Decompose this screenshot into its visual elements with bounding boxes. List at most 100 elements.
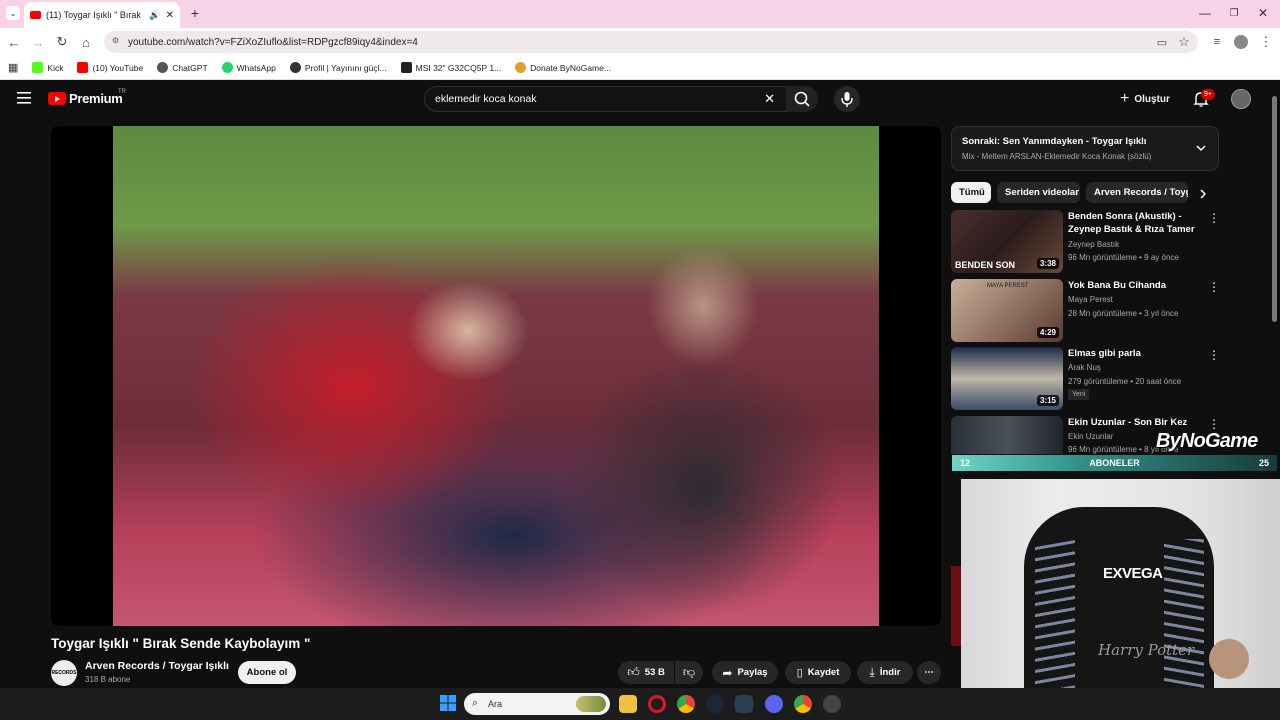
subscribe-button[interactable]: Abone ol	[238, 661, 296, 684]
save-button[interactable]: ▯ Kaydet	[785, 661, 851, 684]
clear-search-icon[interactable]: ✕	[764, 91, 775, 107]
voice-search-button[interactable]	[834, 86, 860, 112]
tab-search-button[interactable]: ⌄	[6, 6, 20, 20]
address-bar[interactable]: ⚙ youtube.com/watch?v=FZiXoZIuflo&list=R…	[104, 31, 1198, 53]
up-next-playlist: Mix - Meltem ARSLAN-Eklemedir Koca Konak…	[962, 152, 1152, 161]
obs-icon[interactable]	[823, 695, 841, 713]
restore-button[interactable]: ❐	[1224, 4, 1244, 22]
steam-icon[interactable]	[706, 695, 724, 713]
chrome-icon[interactable]	[677, 695, 695, 713]
chrome-profile-icon[interactable]	[794, 695, 812, 713]
related-title[interactable]: Elmas gibi parla	[1068, 347, 1198, 360]
video-duration: 4:29	[1036, 327, 1059, 338]
cast-icon[interactable]: ▭	[1154, 34, 1170, 50]
chip-channel[interactable]: Arven Records / Toyg	[1086, 182, 1188, 203]
video-duration: 3:38	[1036, 258, 1059, 269]
chip-series[interactable]: Seriden videolar	[997, 182, 1080, 203]
subscriber-goal-bar: 12 ABONELER 25	[952, 455, 1277, 471]
back-icon[interactable]: ←	[6, 34, 22, 50]
home-icon[interactable]: ⌂	[78, 34, 94, 50]
up-next-panel[interactable]	[951, 126, 1219, 171]
search-input[interactable]: eklemedir koca konak ✕	[424, 86, 788, 112]
more-vert-icon[interactable]: ⋮	[1208, 348, 1220, 362]
bookmark-star-icon[interactable]: ☆	[1176, 34, 1192, 50]
more-vert-icon[interactable]: ⋮	[1208, 417, 1220, 431]
share-arrow-icon: ➦	[722, 665, 733, 680]
chevron-right-icon[interactable]	[1197, 188, 1209, 200]
taskbar-search-input[interactable]: ⌕ Ara	[464, 693, 610, 715]
minimize-button[interactable]: —	[1195, 4, 1215, 22]
more-vert-icon[interactable]: ⋮	[1208, 280, 1220, 294]
youtube-logo-icon[interactable]	[48, 92, 66, 105]
related-channel[interactable]: Arak Nuş	[1068, 363, 1101, 372]
windows-start-icon[interactable]	[440, 695, 456, 711]
close-tab-icon[interactable]: ✕	[166, 10, 174, 21]
thumbnail-text: MAYA PEREST	[987, 283, 1029, 289]
bookmark-msi[interactable]: MSI 32" G32CQ5P 1...	[400, 62, 501, 73]
related-thumbnail[interactable]: 3:15	[951, 347, 1063, 410]
chrome-menu-icon[interactable]: ⋮	[1258, 34, 1274, 50]
bookmark-donate[interactable]: Donate ByNoGame...	[515, 62, 611, 73]
media-controls-icon[interactable]: ≡	[1209, 34, 1225, 50]
search-button[interactable]	[786, 86, 818, 112]
opera-icon[interactable]	[648, 695, 666, 713]
related-thumbnail[interactable]: BENDEN SON 3:38	[951, 210, 1063, 273]
subscriber-goal-label: ABONELER	[1089, 458, 1140, 468]
tab-title: (11) Toygar Işıklı " Bırak Sen	[46, 10, 144, 20]
download-icon: ⤓	[869, 665, 875, 679]
kick-icon	[32, 62, 44, 73]
related-channel[interactable]: Zeynep Bastık	[1068, 240, 1119, 249]
file-explorer-icon[interactable]	[619, 695, 637, 713]
subscriber-goal-current: 12	[960, 458, 971, 468]
account-avatar[interactable]	[1231, 89, 1251, 109]
related-thumbnail[interactable]: MAYA PEREST 4:29	[951, 279, 1063, 342]
video-player[interactable]	[51, 126, 941, 626]
plus-icon: +	[1120, 90, 1130, 107]
speaker-icon[interactable]: 🔊	[149, 10, 160, 21]
teddy-bear	[1209, 639, 1249, 679]
dislike-button[interactable]: 👎︎	[675, 661, 703, 684]
discord-icon[interactable]	[765, 695, 783, 713]
app-icon[interactable]	[735, 695, 753, 713]
bookmark-youtube[interactable]: (10) YouTube	[77, 62, 143, 73]
chevron-down-icon[interactable]	[1195, 142, 1207, 154]
thumbnail-text: BENDEN SON	[955, 260, 1016, 270]
channel-avatar[interactable]: RECORDS	[51, 660, 77, 686]
bookmark-kick[interactable]: Kick	[32, 62, 63, 73]
new-badge: Yeni	[1068, 389, 1090, 400]
related-channel[interactable]: Maya Perest	[1068, 295, 1113, 304]
reload-icon[interactable]: ↻	[54, 34, 70, 50]
bookmark-whatsapp[interactable]: WhatsApp	[221, 62, 276, 73]
profile-avatar[interactable]	[1234, 35, 1248, 49]
download-button[interactable]: ⤓ İndir	[857, 661, 913, 684]
search-icon	[794, 91, 808, 105]
new-tab-button[interactable]: +	[188, 6, 202, 20]
hamburger-menu-icon[interactable]	[17, 92, 31, 104]
related-thumbnail[interactable]	[951, 416, 1063, 454]
related-title[interactable]: Ekin Uzunlar - Son Bir Kez	[1068, 416, 1198, 429]
apps-grid-icon[interactable]: ▦	[8, 61, 18, 74]
whatsapp-icon	[221, 62, 233, 73]
channel-name[interactable]: Arven Records / Toygar Işıklı	[85, 660, 229, 672]
browser-tab-active[interactable]: (11) Toygar Işıklı " Bırak Sen 🔊 ✕	[24, 2, 180, 28]
video-title: Toygar Işıklı " Bırak Sende Kaybolayım "	[51, 636, 311, 651]
notification-count-badge: 9+	[1201, 89, 1215, 100]
bookmark-chatgpt[interactable]: ChatGPT	[157, 62, 208, 73]
bookmark-profil[interactable]: Profil | Yayınını güçl...	[289, 62, 387, 73]
site-info-icon[interactable]: ⚙	[112, 36, 122, 46]
more-vert-icon[interactable]: ⋮	[1208, 211, 1220, 225]
create-button[interactable]: + Oluştur	[1120, 89, 1176, 109]
like-button[interactable]: 👍︎ 53 B	[618, 661, 674, 684]
youtube-logo-text[interactable]: Premium	[69, 91, 123, 106]
more-actions-button[interactable]: ⋯	[917, 661, 941, 684]
related-title[interactable]: Benden Sonra (Akustik) - Zeynep Bastık &…	[1068, 210, 1198, 236]
chair-brand-text: EXVEGA	[1103, 565, 1163, 582]
search-icon: ⌕	[472, 697, 479, 709]
close-window-button[interactable]: ✕	[1253, 4, 1273, 22]
forward-icon[interactable]: →	[30, 34, 46, 50]
share-button[interactable]: ➦ Paylaş	[712, 661, 778, 684]
chip-all[interactable]: Tümü	[951, 182, 991, 203]
related-channel[interactable]: Ekin Uzunlar	[1068, 432, 1113, 441]
related-title[interactable]: Yok Bana Bu Cihanda	[1068, 279, 1198, 292]
page-scrollbar[interactable]	[1272, 96, 1277, 322]
